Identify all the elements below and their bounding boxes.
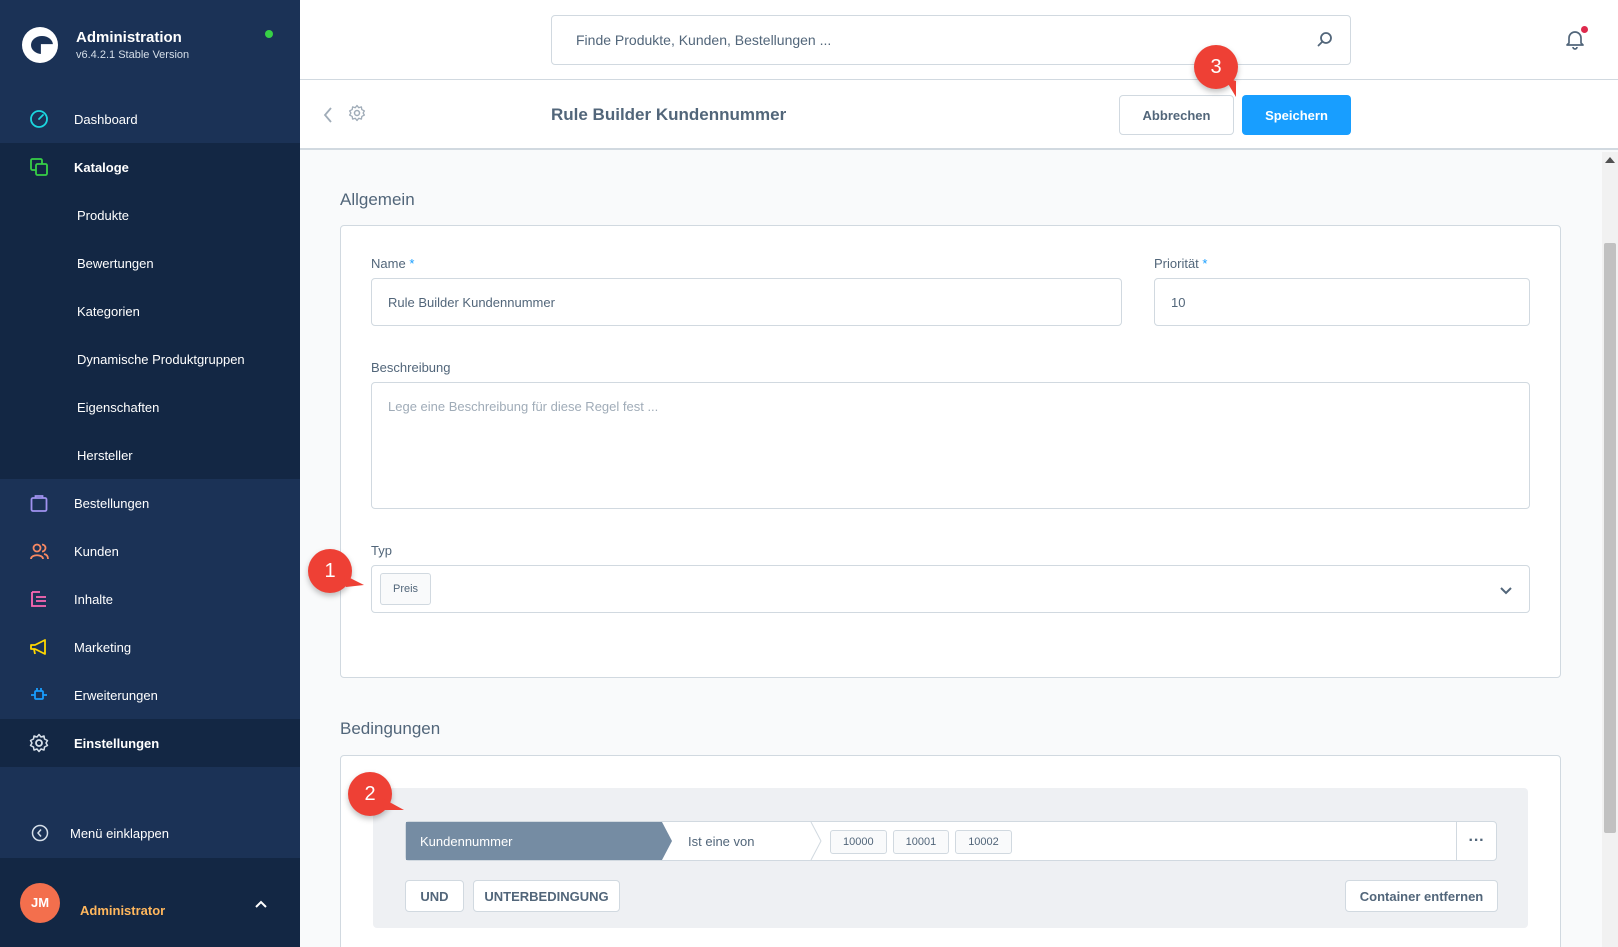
condition-field-select[interactable]: Kundennummer [406,822,672,860]
badge-pointer-icon [382,798,404,810]
description-label: Beschreibung [371,360,451,375]
collapse-menu-button[interactable]: Menü einklappen [0,808,300,858]
smart-bar: Rule Builder Kundennummer Abbrechen Spei… [300,80,1618,150]
chevron-down-icon[interactable] [1499,583,1513,601]
gauge-icon [28,108,50,130]
back-chevron-icon[interactable] [322,106,334,129]
name-label: Name * [371,256,415,271]
content-list-icon [28,588,50,610]
annotation-badge-2: 2 [348,772,404,816]
sidebar-item-label: Erweiterungen [74,687,158,703]
shopping-bag-icon [28,492,50,514]
search-placeholder: Finde Produkte, Kunden, Bestellungen ... [576,32,832,48]
catalog-submenu: Produkte Bewertungen Kategorien Dynamisc… [0,191,300,479]
sidebar-item-kunden[interactable]: Kunden [0,527,300,575]
catalog-icon [28,156,50,178]
type-tag[interactable]: Preis [380,573,432,605]
plug-icon [28,684,50,706]
sidebar-item-einstellungen[interactable]: Einstellungen [0,719,300,767]
sidebar-subitem-produkte[interactable]: Produkte [0,191,300,239]
scroll-up-arrow-icon[interactable] [1605,157,1615,163]
chevron-left-circle-icon [30,824,50,842]
sidebar-item-label: Marketing [74,639,132,655]
value-tag[interactable]: 10002 [955,830,1012,854]
badge-pointer-icon [1224,77,1236,97]
priority-input[interactable]: 10 [1154,278,1530,326]
general-card: Name * Rule Builder Kundennummer Priorit… [340,225,1561,678]
sidebar-item-erweiterungen[interactable]: Erweiterungen [0,671,300,719]
sidebar-item-marketing[interactable]: Marketing [0,623,300,671]
sidebar-item-dashboard[interactable]: Dashboard [0,95,300,143]
subcondition-button[interactable]: UNTERBEDINGUNG [473,880,620,912]
main-content: Allgemein Name * Rule Builder Kundennumm… [300,152,1618,947]
type-select[interactable]: Preis [371,565,1530,613]
brand-title: Administration [76,29,182,46]
cancel-button[interactable]: Abbrechen [1119,95,1234,135]
avatar: JM [20,882,60,923]
notification-dot [1581,26,1588,33]
user-menu[interactable]: JM Administrator [0,858,300,947]
top-header: Finde Produkte, Kunden, Bestellungen ... [300,0,1618,80]
sidebar-item-label: Dashboard [74,111,138,127]
remove-container-button[interactable]: Container entfernen [1345,880,1498,912]
type-label: Typ [371,543,392,558]
page-title: Rule Builder Kundennummer [551,105,787,124]
main-nav: Dashboard Kataloge Produkte Bewertungen … [0,95,300,767]
brand-version: v6.4.2.1 Stable Version [76,49,190,61]
conditions-card: Kundennummer Ist eine von 10000 10001 10… [340,755,1561,947]
shopware-logo-icon [22,27,58,63]
sidebar-item-label: Einstellungen [74,735,160,751]
gear-icon [348,104,366,127]
sidebar-item-kataloge[interactable]: Kataloge [0,143,300,191]
collapse-menu-label: Menü einklappen [70,825,170,841]
sidebar: Administration v6.4.2.1 Stable Version D… [0,0,300,947]
sidebar-subitem-dynamische-produktgruppen[interactable]: Dynamische Produktgruppen [0,335,300,383]
settings-gear-icon [28,732,50,754]
megaphone-icon [28,636,50,658]
and-button[interactable]: UND [405,880,464,912]
sidebar-subitem-hersteller[interactable]: Hersteller [0,431,300,479]
annotation-badge-3: 3 [1194,45,1238,97]
annotation-badge-1: 1 [308,549,364,593]
value-tag[interactable]: 10001 [892,830,950,854]
sidebar-subitem-bewertungen[interactable]: Bewertungen [0,239,300,287]
general-section-title: Allgemein [340,190,415,209]
condition-row: Kundennummer Ist eine von 10000 10001 10… [405,821,1497,861]
required-mark: * [409,256,415,271]
conditions-section-title: Bedingungen [340,719,441,738]
separator-chevron-icon [810,822,822,860]
more-actions-button[interactable]: ··· [1456,822,1496,860]
sidebar-item-inhalte[interactable]: Inhalte [0,575,300,623]
notification-bell-icon[interactable] [1564,26,1588,55]
condition-values[interactable]: 10000 10001 10002 [830,830,1012,854]
sidebar-item-label: Bestellungen [74,495,150,511]
name-input[interactable]: Rule Builder Kundennummer [371,278,1122,326]
sidebar-item-label: Kunden [74,543,119,559]
save-button[interactable]: Speichern [1242,95,1351,135]
scrollbar-thumb[interactable] [1604,243,1616,833]
value-tag[interactable]: 10000 [830,830,887,854]
chevron-up-icon[interactable] [254,896,268,914]
brand[interactable]: Administration v6.4.2.1 Stable Version [0,0,300,90]
sidebar-item-bestellungen[interactable]: Bestellungen [0,479,300,527]
condition-operator-select[interactable]: Ist eine von [672,822,822,860]
description-textarea[interactable]: Lege eine Beschreibung für diese Regel f… [371,382,1530,509]
badge-pointer-icon [344,575,364,587]
required-mark: * [1202,256,1208,271]
sidebar-subitem-eigenschaften[interactable]: Eigenschaften [0,383,300,431]
sidebar-item-label: Inhalte [74,591,114,607]
users-icon [28,540,50,562]
search-icon[interactable] [1316,31,1334,52]
sidebar-item-label: Kataloge [74,159,129,175]
condition-container: Kundennummer Ist eine von 10000 10001 10… [373,788,1528,928]
priority-label: Priorität * [1154,256,1208,271]
sidebar-subitem-kategorien[interactable]: Kategorien [0,287,300,335]
status-dot-icon [265,30,273,38]
user-name: Administrator [80,903,166,918]
